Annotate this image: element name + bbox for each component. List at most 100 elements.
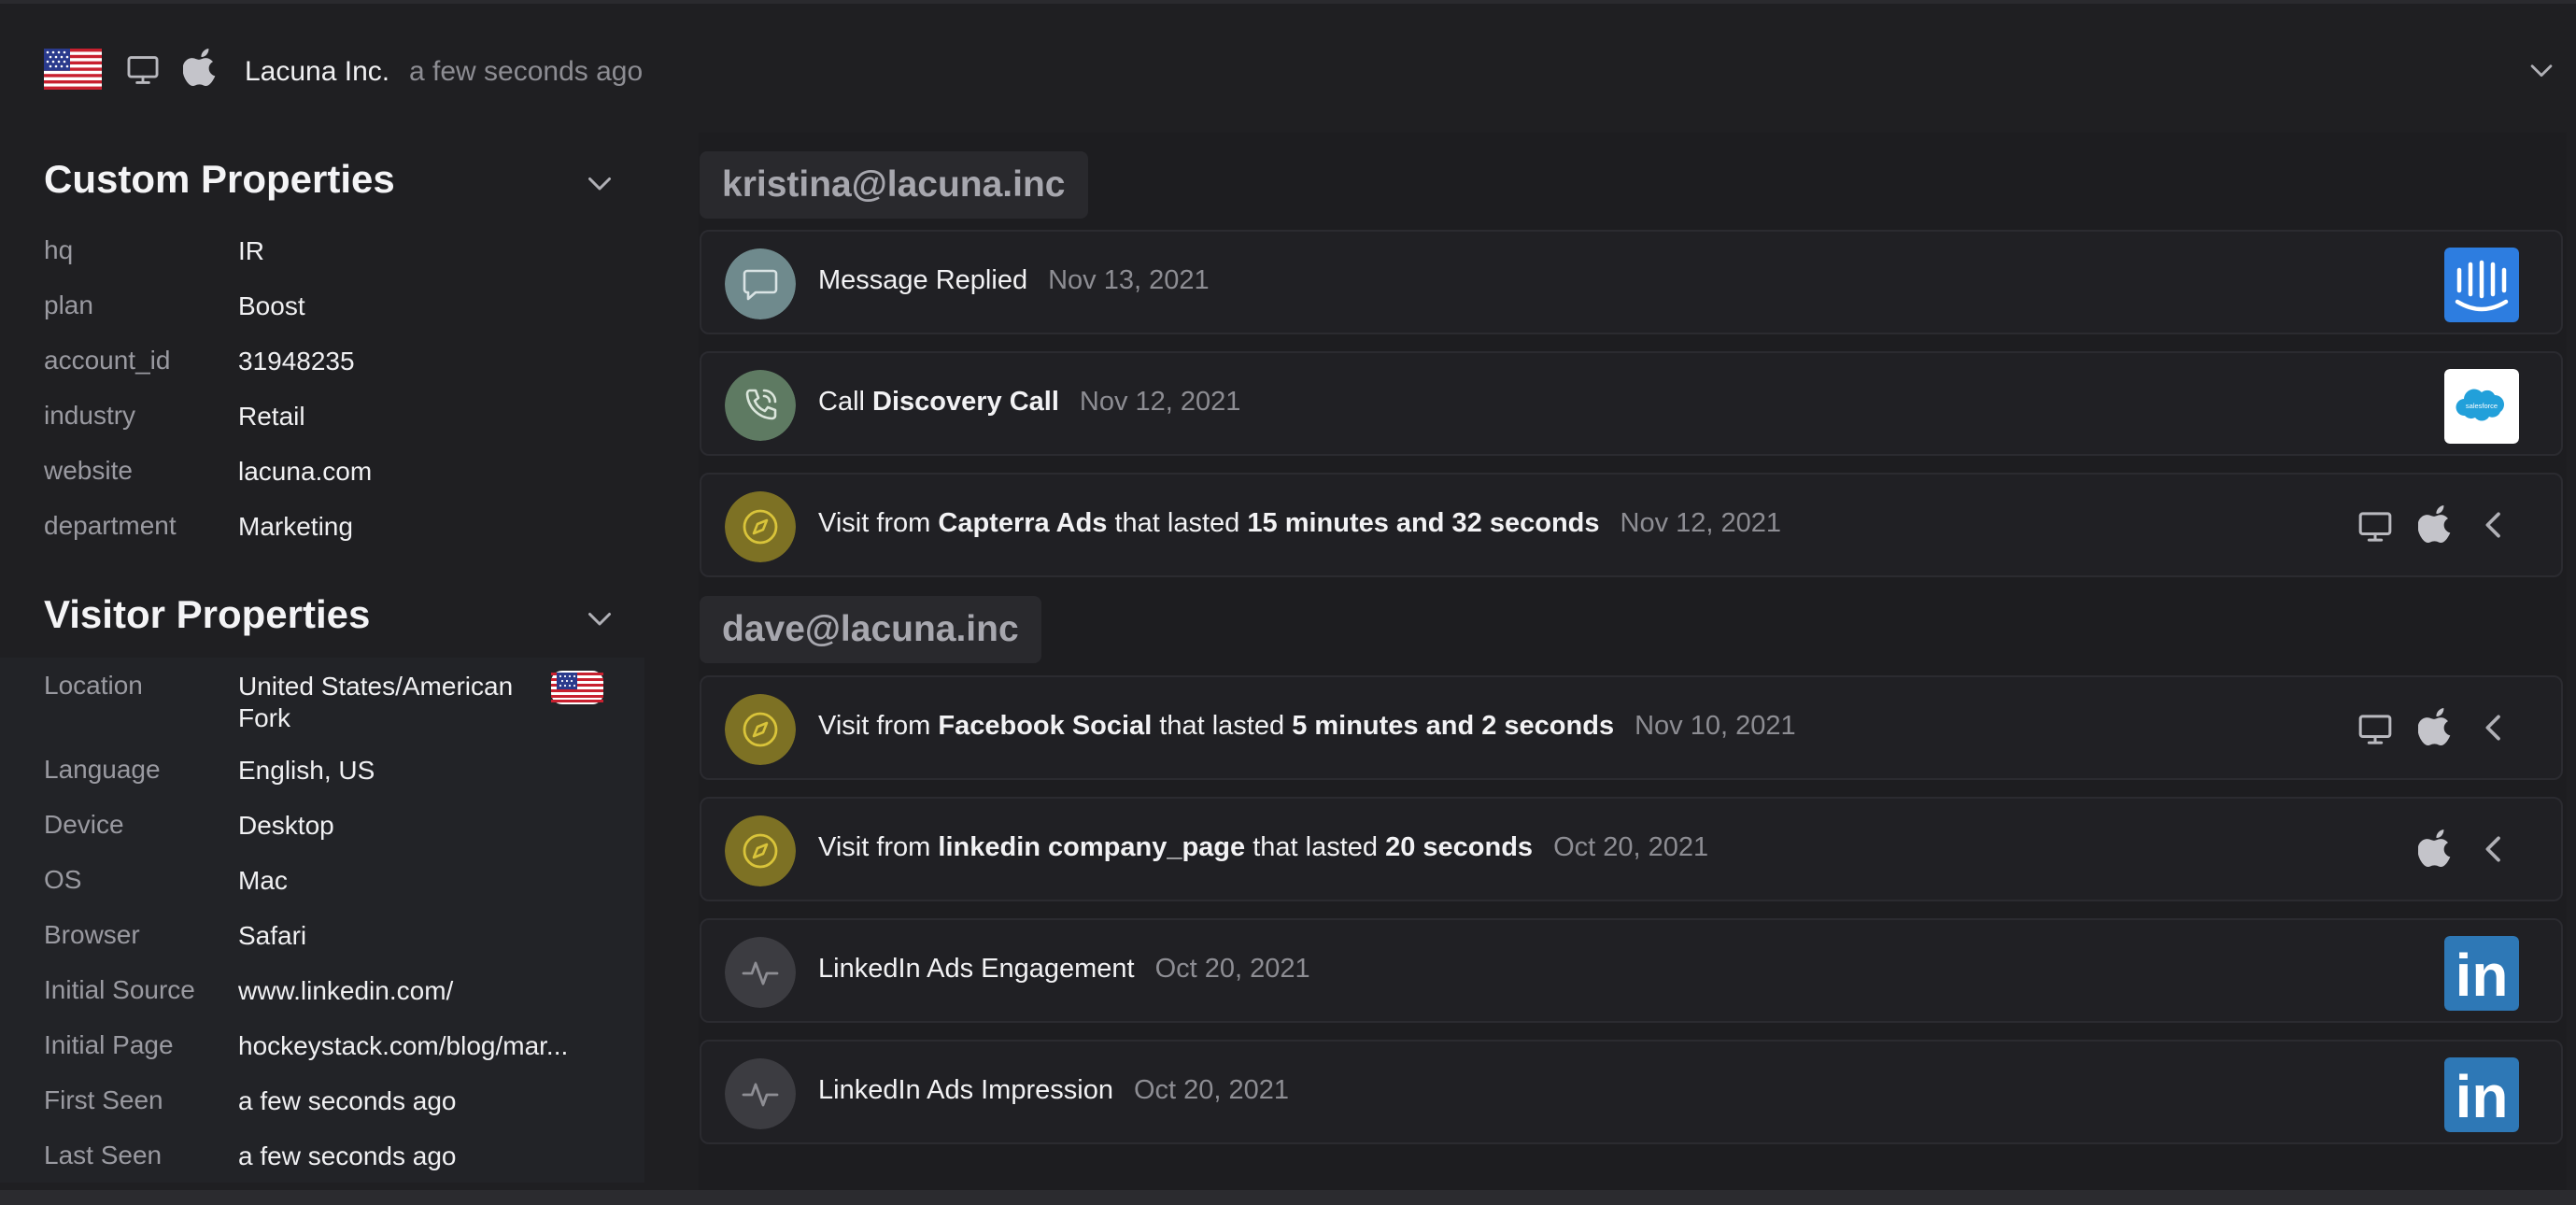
property-value: Mac [238, 866, 288, 895]
custom-property-row: hq IR [0, 222, 644, 277]
chevron-down-icon[interactable] [583, 166, 616, 200]
timeline-event[interactable]: LinkedIn Ads Engagement Oct 20, 2021 in [700, 918, 2563, 1023]
event-text: Call Discovery Call Nov 12, 2021 [818, 387, 1240, 418]
custom-property-row: department Marketing [0, 498, 644, 553]
compass-icon [725, 491, 796, 562]
timeline-event[interactable]: Visit from Facebook Social that lasted 5… [700, 675, 2563, 780]
desktop-icon [127, 56, 159, 84]
property-value: IR [238, 236, 264, 265]
event-date: Nov 13, 2021 [1048, 265, 1210, 295]
visitor-property-row: Location United States/American Fork [0, 658, 644, 742]
salesforce-logo-text: salesforce [2466, 402, 2498, 410]
property-key: OS [44, 865, 82, 894]
property-key: department [44, 511, 177, 540]
property-key: First Seen [44, 1085, 163, 1114]
visit-source: Capterra Ads [938, 508, 1108, 538]
linkedin-logo-icon: in [2444, 1057, 2519, 1132]
timeline-event[interactable]: Message Replied Nov 13, 2021 [700, 230, 2563, 334]
visit-duration: 20 seconds [1385, 832, 1534, 862]
event-prefix: Visit from [818, 508, 939, 538]
property-key: Initial Source [44, 975, 195, 1004]
event-text: LinkedIn Ads Impression Oct 20, 2021 [818, 1075, 1289, 1106]
timeline-event[interactable]: LinkedIn Ads Impression Oct 20, 2021 in [700, 1040, 2563, 1144]
visit-source: Facebook Social [938, 711, 1153, 741]
visitor-property-row: OS Mac [0, 852, 644, 907]
custom-property-row: website lacuna.com [0, 443, 644, 498]
event-prefix: Visit from [818, 711, 939, 741]
contact-email-chip[interactable]: dave@lacuna.inc [700, 596, 1041, 663]
property-key: Location [44, 671, 143, 700]
property-value: hockeystack.com/blog/mar... [238, 1031, 569, 1060]
property-key: Device [44, 810, 124, 839]
compass-icon [725, 815, 796, 886]
property-value: a few seconds ago [238, 1141, 457, 1170]
chevron-down-icon[interactable] [2526, 54, 2557, 86]
property-value: a few seconds ago [238, 1086, 457, 1115]
desktop-icon [2358, 715, 2392, 744]
property-key: Browser [44, 920, 140, 949]
location-line2: Fork [238, 703, 290, 732]
property-value: lacuna.com [238, 457, 373, 486]
chevron-left-icon[interactable] [2480, 709, 2508, 746]
event-date: Oct 20, 2021 [1133, 1075, 1290, 1105]
property-value: Boost [238, 291, 305, 320]
visitor-property-row: First Seen a few seconds ago [0, 1072, 644, 1127]
custom-property-row: industry Retail [0, 388, 644, 443]
visitor-header: Lacuna Inc. a few seconds ago [0, 7, 2576, 129]
linkedin-logo-icon: in [2444, 936, 2519, 1011]
activity-icon [725, 937, 796, 1008]
event-date: Oct 20, 2021 [1154, 954, 1310, 984]
event-middle: that lasted [1152, 711, 1293, 741]
visitor-properties-title: Visitor Properties [44, 592, 371, 636]
company-name: Lacuna Inc. [245, 56, 390, 87]
call-name: Discovery Call [872, 387, 1059, 417]
property-key: Initial Page [44, 1030, 174, 1059]
last-seen-time: a few seconds ago [409, 56, 644, 87]
intercom-logo-icon [2444, 248, 2519, 322]
event-text: LinkedIn Ads Engagement Oct 20, 2021 [818, 954, 1310, 985]
apple-icon [2418, 829, 2451, 867]
bottom-bar [0, 1190, 2576, 1205]
custom-property-row: plan Boost [0, 277, 644, 333]
property-value: www.linkedin.com/ [238, 976, 454, 1005]
chevron-down-icon[interactable] [583, 602, 616, 635]
timeline-event[interactable]: Visit from Capterra Ads that lasted 15 m… [700, 473, 2563, 577]
timeline-event[interactable]: Visit from linkedin company_page that la… [700, 797, 2563, 901]
us-flag-icon [44, 49, 102, 90]
property-key: hq [44, 235, 74, 264]
property-key: Language [44, 755, 161, 784]
compass-icon [725, 694, 796, 765]
event-text: Visit from Facebook Social that lasted 5… [818, 711, 1796, 742]
phone-call-icon [725, 370, 796, 441]
contact-email-chip[interactable]: kristina@lacuna.inc [700, 151, 1088, 219]
chevron-left-icon[interactable] [2480, 506, 2508, 544]
us-flag-icon [551, 671, 603, 704]
custom-properties-title: Custom Properties [44, 157, 395, 201]
visitor-property-row: Last Seen a few seconds ago [0, 1127, 644, 1183]
location-line1: United States/American [238, 672, 514, 701]
linkedin-logo-text: in [2456, 1063, 2509, 1130]
event-prefix: Visit from [818, 832, 939, 862]
linkedin-logo-text: in [2456, 942, 2509, 1009]
property-key: account_id [44, 346, 171, 375]
event-text: Visit from linkedin company_page that la… [818, 832, 1708, 863]
property-key: Last Seen [44, 1141, 163, 1170]
property-value: Retail [238, 402, 305, 431]
property-value: English, US [238, 756, 375, 785]
event-title: LinkedIn Ads Impression [818, 1075, 1113, 1105]
visitor-property-row: Browser Safari [0, 907, 644, 962]
visit-duration: 5 minutes and 2 seconds [1292, 711, 1615, 741]
visitor-property-row: Initial Source www.linkedin.com/ [0, 962, 644, 1017]
property-key: plan [44, 291, 93, 319]
visitor-property-row: Device Desktop [0, 797, 644, 852]
apple-icon [2418, 505, 2451, 543]
chevron-left-icon[interactable] [2480, 830, 2508, 868]
visit-duration: 15 minutes and 32 seconds [1247, 508, 1600, 538]
timeline-event[interactable]: Call Discovery Call Nov 12, 2021 salesfor… [700, 351, 2563, 456]
property-key: industry [44, 401, 136, 430]
property-value: United States/American Fork [238, 671, 546, 734]
event-middle: that lasted [1107, 508, 1248, 538]
property-value: Safari [238, 921, 307, 950]
event-middle: that lasted [1245, 832, 1386, 862]
event-title: LinkedIn Ads Engagement [818, 954, 1135, 984]
